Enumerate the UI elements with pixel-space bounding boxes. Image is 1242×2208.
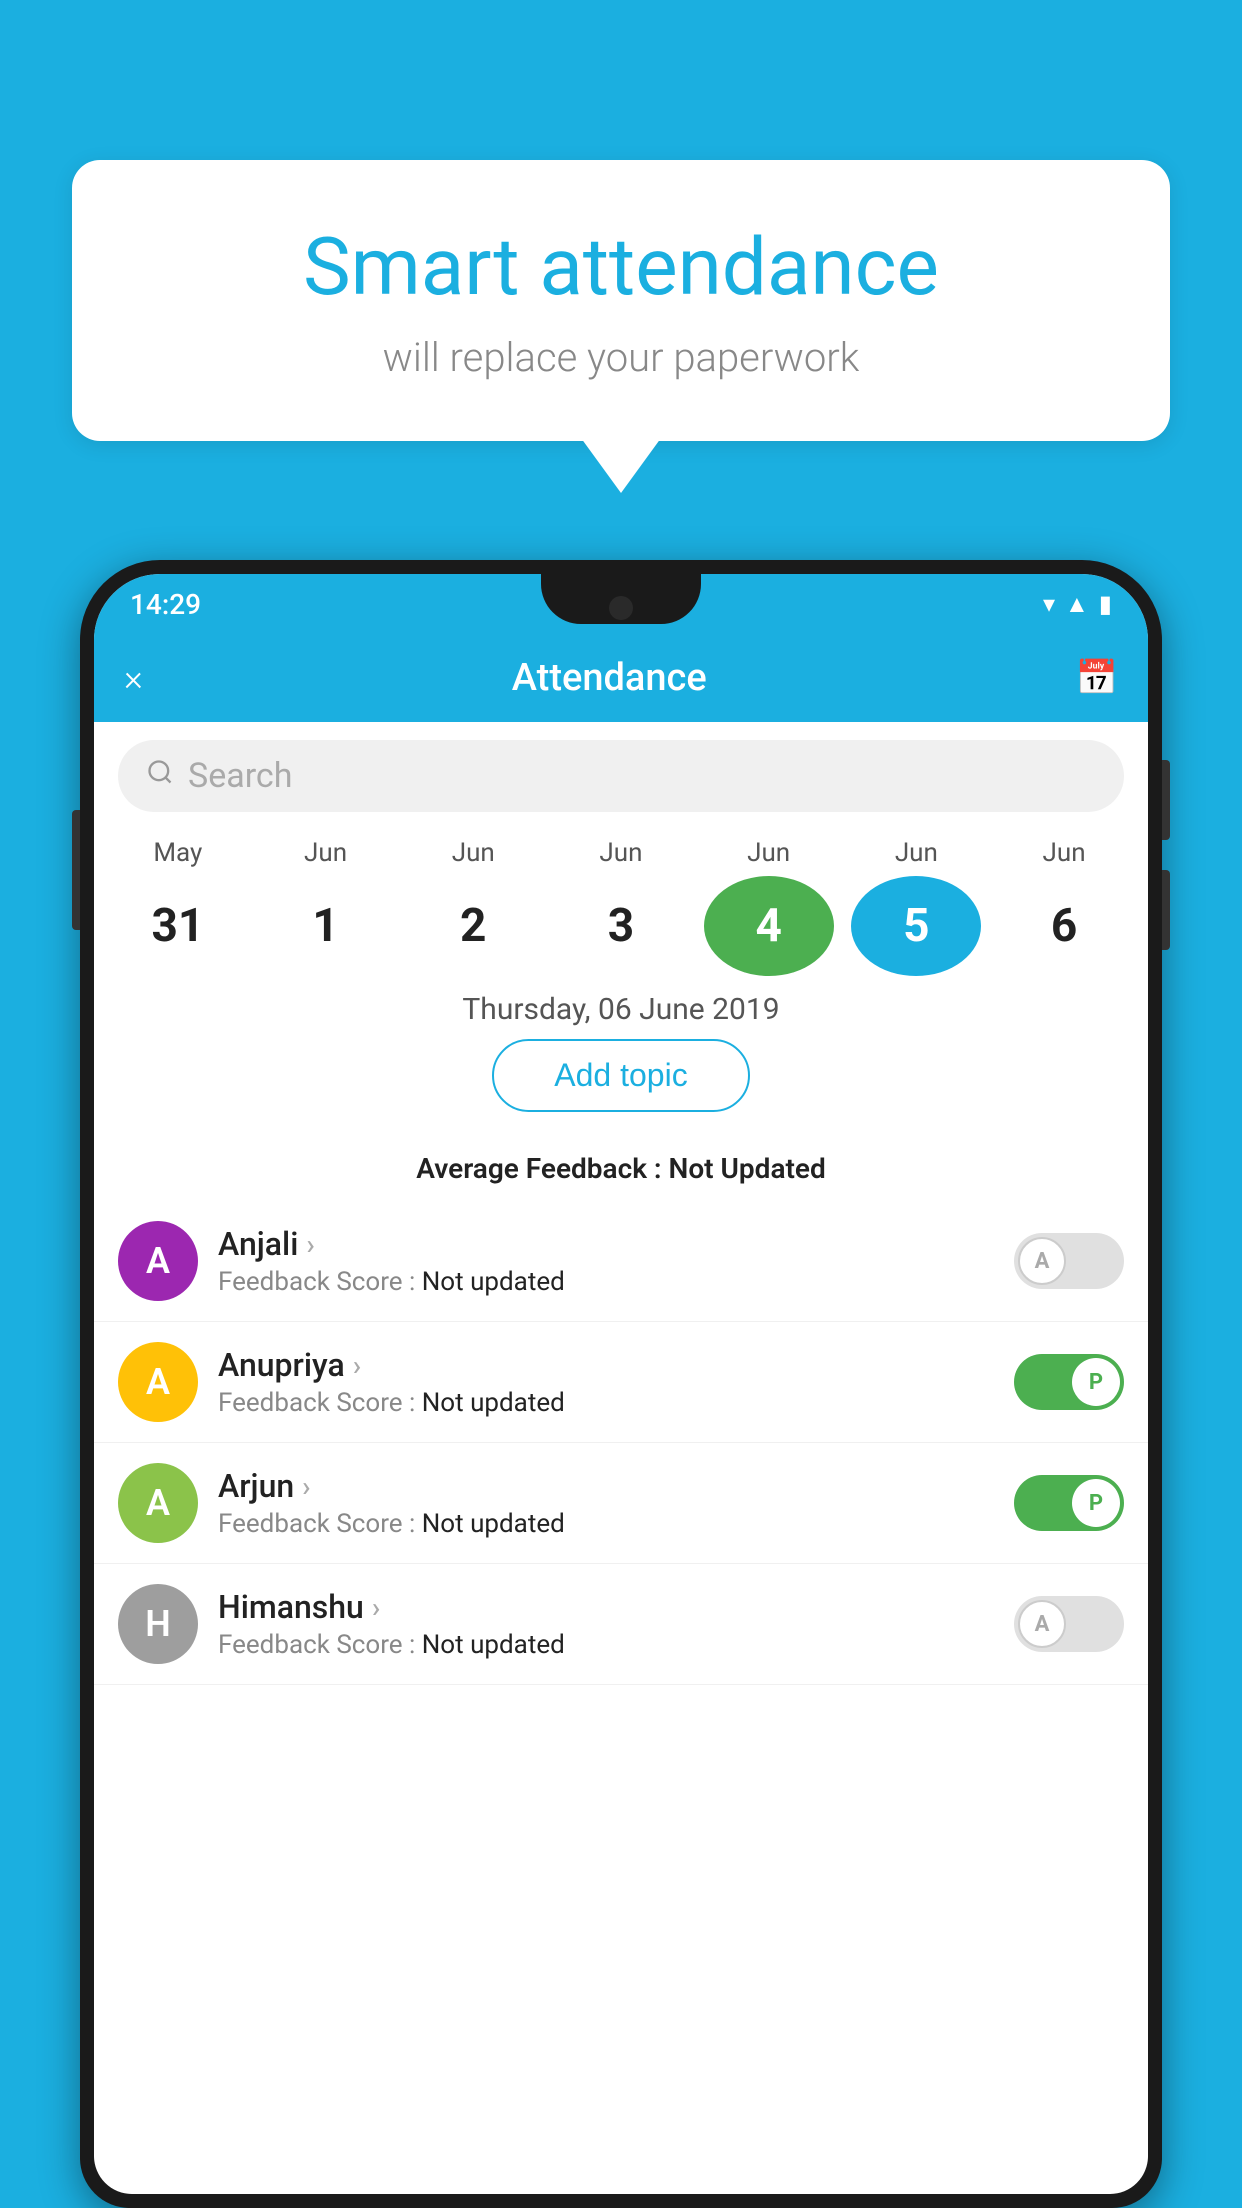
chevron-icon: ›: [372, 1591, 380, 1624]
chevron-icon: ›: [302, 1470, 310, 1503]
attendance-toggle-arjun[interactable]: P: [1014, 1475, 1124, 1531]
student-feedback-anjali: Feedback Score : Not updated: [218, 1267, 994, 1297]
phone-volume-button: [72, 810, 80, 930]
phone-mockup: 14:29 ▾ ▲ ▮ × Attendance 📅 Search May Jun…: [80, 560, 1162, 2208]
signal-icon: ▲: [1065, 590, 1089, 619]
student-feedback-arjun: Feedback Score : Not updated: [218, 1509, 994, 1539]
toggle-knob-himanshu: A: [1018, 1600, 1066, 1648]
calendar-month-1: Jun: [261, 830, 391, 876]
calendar-day-2[interactable]: 2: [408, 876, 538, 976]
student-name-anupriya: Anupriya ›: [218, 1346, 994, 1384]
student-name-arjun: Arjun ›: [218, 1467, 994, 1505]
avg-feedback-value: Not Updated: [669, 1152, 826, 1185]
phone-screen: 14:29 ▾ ▲ ▮ × Attendance 📅 Search May Jun…: [94, 574, 1148, 2194]
calendar-month-4: Jun: [704, 830, 834, 876]
calendar-day-31[interactable]: 31: [113, 876, 243, 976]
search-input-placeholder: Search: [188, 756, 292, 796]
toggle-knob-anjali: A: [1018, 1237, 1066, 1285]
add-topic-button[interactable]: Add topic: [492, 1039, 749, 1112]
calendar-day-3[interactable]: 3: [556, 876, 686, 976]
calendar-day-5[interactable]: 5: [851, 876, 981, 976]
student-name-anjali: Anjali ›: [218, 1225, 994, 1263]
calendar-month-5: Jun: [851, 830, 981, 876]
app-bar: × Attendance 📅: [94, 634, 1148, 722]
wifi-icon: ▾: [1043, 590, 1055, 618]
attendance-toggle-anjali[interactable]: A: [1014, 1233, 1124, 1289]
calendar-months: May Jun Jun Jun Jun Jun Jun: [94, 830, 1148, 876]
avatar-anupriya: A: [118, 1342, 198, 1422]
calendar-day-4[interactable]: 4: [704, 876, 834, 976]
calendar-day-6[interactable]: 6: [999, 876, 1129, 976]
toggle-knob-anupriya: P: [1072, 1358, 1120, 1406]
calendar-month-2: Jun: [408, 830, 538, 876]
chevron-icon: ›: [353, 1349, 361, 1382]
avg-feedback-label: Average Feedback :: [416, 1152, 661, 1185]
student-list: AAnjali ›Feedback Score : Not updatedAAA…: [94, 1201, 1148, 1685]
battery-icon: ▮: [1099, 590, 1112, 618]
student-item-anjali[interactable]: A Anjali › Feedback Score : Not updated A: [94, 1201, 1148, 1322]
chevron-icon: ›: [306, 1228, 314, 1261]
phone-power-button: [1162, 760, 1170, 840]
bubble-title: Smart attendance: [132, 220, 1110, 314]
calendar-icon[interactable]: 📅: [1076, 658, 1118, 698]
close-button[interactable]: ×: [124, 657, 143, 699]
calendar-day-1[interactable]: 1: [261, 876, 391, 976]
student-name-himanshu: Himanshu ›: [218, 1588, 994, 1626]
attendance-toggle-anupriya[interactable]: P: [1014, 1354, 1124, 1410]
avatar-arjun: A: [118, 1463, 198, 1543]
student-feedback-himanshu: Feedback Score : Not updated: [218, 1630, 994, 1660]
attendance-toggle-himanshu[interactable]: A: [1014, 1596, 1124, 1652]
bubble-subtitle: will replace your paperwork: [132, 334, 1110, 381]
status-icons: ▾ ▲ ▮: [1043, 590, 1112, 619]
speech-bubble: Smart attendance will replace your paper…: [72, 160, 1170, 441]
calendar-month-6: Jun: [999, 830, 1129, 876]
avatar-anjali: A: [118, 1221, 198, 1301]
selected-date-label: Thursday, 06 June 2019: [94, 992, 1148, 1027]
toggle-knob-arjun: P: [1072, 1479, 1120, 1527]
calendar-month-3: Jun: [556, 830, 686, 876]
student-feedback-anupriya: Feedback Score : Not updated: [218, 1388, 994, 1418]
student-item-anupriya[interactable]: A Anupriya › Feedback Score : Not updated P: [94, 1322, 1148, 1443]
calendar-days[interactable]: 31123456: [94, 876, 1148, 976]
phone-camera: [609, 596, 633, 620]
search-icon: [146, 758, 174, 794]
phone-notch: [541, 574, 701, 624]
phone-volume-down-button: [1162, 870, 1170, 950]
app-bar-title: Attendance: [143, 656, 1076, 700]
avg-feedback: Average Feedback : Not Updated: [94, 1152, 1148, 1185]
calendar-month-0: May: [113, 830, 243, 876]
student-item-arjun[interactable]: A Arjun › Feedback Score : Not updated P: [94, 1443, 1148, 1564]
avatar-himanshu: H: [118, 1584, 198, 1664]
status-time: 14:29: [130, 588, 201, 621]
search-bar[interactable]: Search: [118, 740, 1124, 812]
student-item-himanshu[interactable]: H Himanshu › Feedback Score : Not updated A: [94, 1564, 1148, 1685]
